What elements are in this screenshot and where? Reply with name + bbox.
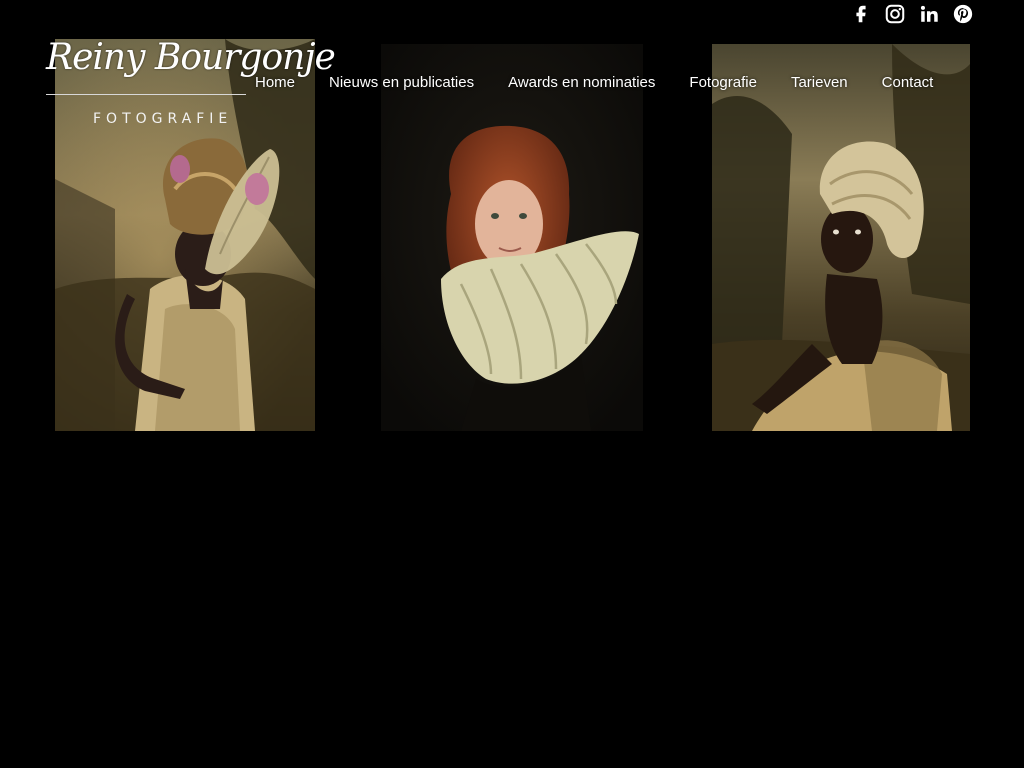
nav-item-news-publications[interactable]: Nieuws en publicaties [329,72,474,94]
logo-divider [46,94,246,95]
instagram-icon[interactable] [884,3,906,25]
nav-item-awards-nominations[interactable]: Awards en nominaties [508,72,655,94]
social-links [850,3,974,25]
pinterest-icon[interactable] [952,3,974,25]
linkedin-icon[interactable] [918,3,940,25]
nav-item-rates[interactable]: Tarieven [791,72,848,94]
logo-script-name: Reiny Bourgonje [46,37,336,78]
nav-item-photography[interactable]: Fotografie [689,72,757,94]
portrait-photo-right [712,44,970,431]
nav-item-home[interactable]: Home [255,72,295,94]
page: Reiny Bourgonje FOTOGRAFIE Home Nieuws e… [0,0,1024,768]
nav-item-contact[interactable]: Contact [882,72,934,94]
main-navigation: Home Nieuws en publicaties Awards en nom… [255,72,933,94]
logo-subtitle: FOTOGRAFIE [93,111,233,127]
portrait-photo-center [381,44,643,431]
facebook-icon[interactable] [850,3,872,25]
site-logo[interactable]: Reiny Bourgonje FOTOGRAFIE [46,36,336,127]
